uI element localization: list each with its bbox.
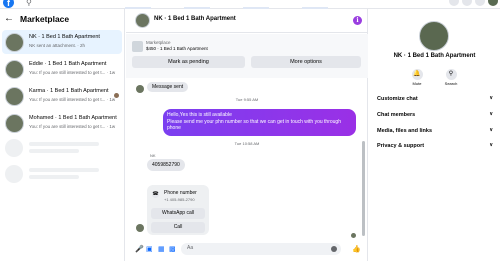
phone-contact-card: ☎ Phone number +1 405-985-2790 WhatsApp … (147, 185, 209, 235)
avatar[interactable] (419, 21, 449, 51)
bell-icon[interactable] (475, 0, 485, 6)
search-icon: ⚲ (445, 69, 457, 80)
listing-title[interactable]: $450 · 1 Bed 1 Bath Apartment (146, 46, 208, 51)
info-icon[interactable]: i (353, 16, 362, 25)
search-icon[interactable]: ⚲ (26, 0, 32, 7)
emoji-icon[interactable] (331, 246, 337, 252)
mute-label: Mute (412, 81, 422, 86)
message-placeholder: Aa (187, 245, 194, 251)
details-title: NK · 1 Bed 1 Bath Apartment (393, 53, 476, 59)
conversation-item[interactable]: Mohamed · 1 Bed 1 Bath Apartment You: If… (2, 111, 122, 135)
like-icon[interactable]: 👍 (352, 245, 361, 253)
conversation-name: Karma · 1 Bed 1 Bath Apartment (29, 88, 109, 94)
conversation-preview: You: If you are still interested to get … (29, 97, 116, 102)
chat-header: NK · 1 Bed 1 Bath Apartment i (126, 9, 368, 33)
account-controls (449, 0, 498, 6)
section-customize-chat[interactable]: Customize chat ∨ (377, 95, 493, 102)
sender-label: NK (150, 153, 156, 158)
section-privacy-support[interactable]: Privacy & support ∨ (377, 142, 493, 149)
message-timestamp: Tue 9:55 AM (235, 97, 259, 102)
conversation-name: Mohamed · 1 Bed 1 Bath Apartment (29, 115, 117, 121)
conversation-name: Eddie · 1 Bed 1 Bath Apartment (29, 61, 107, 67)
section-media-files[interactable]: Media, files and links ∨ (377, 127, 493, 134)
avatar (5, 87, 24, 106)
chat-title[interactable]: NK · 1 Bed 1 Bath Apartment (154, 16, 236, 22)
mark-pending-button[interactable]: Mark as pending (132, 56, 245, 68)
sender-avatar (136, 224, 144, 232)
outgoing-message: Hello,Yes this is still available Please… (163, 109, 356, 136)
avatar (5, 33, 24, 52)
chevron-down-icon: ∨ (489, 111, 493, 117)
avatar[interactable] (135, 13, 150, 28)
seen-avatar (351, 233, 356, 238)
chat-panel: NK · 1 Bed 1 Bath Apartment i Marketplac… (126, 9, 368, 261)
message-bubble: 4059852790 (147, 159, 185, 171)
whatsapp-call-button[interactable]: WhatsApp call (151, 208, 205, 219)
microphone-icon[interactable]: 🎤 (135, 245, 144, 253)
bell-icon: 🔔 (411, 69, 423, 80)
search-label: Search (444, 81, 458, 86)
message-bubble: Message sent (147, 82, 189, 92)
listing-banner: Marketplace $450 · 1 Bed 1 Bath Apartmen… (126, 34, 368, 78)
conversation-item[interactable]: Eddie · 1 Bed 1 Bath Apartment You: If y… (2, 57, 122, 81)
conversation-name: NK · 1 Bed 1 Bath Apartment (29, 34, 100, 40)
page-title: Marketplace (20, 14, 70, 24)
menu-icon[interactable] (449, 0, 459, 6)
sticker-icon[interactable]: ▦ (158, 245, 165, 253)
message-timestamp: Tue 10:58 AM (234, 141, 260, 146)
contact-title: Phone number (164, 190, 197, 196)
avatar (5, 114, 24, 133)
phone-icon: ☎ (152, 191, 159, 198)
message-composer: 🎤 ▣ ▦ ▩ Aa 👍 (126, 239, 368, 261)
facebook-logo[interactable]: f (3, 0, 14, 8)
message-input[interactable]: Aa (181, 243, 341, 255)
conversation-preview: You: If you are still interested to get … (29, 70, 116, 75)
seen-avatar (114, 93, 119, 98)
search-action[interactable]: ⚲ Search (441, 69, 461, 86)
messenger-icon[interactable] (462, 0, 472, 6)
avatar (5, 60, 24, 79)
avatar[interactable] (488, 0, 498, 6)
conversation-list-panel: ← Marketplace NK · 1 Bed 1 Bath Apartmen… (0, 9, 125, 261)
conversation-preview: You: If you are still interested to get … (29, 124, 116, 129)
mute-action[interactable]: 🔔 Mute (407, 69, 427, 86)
more-options-button[interactable]: More options (251, 56, 361, 68)
contact-number: +1 405-985-2790 (164, 197, 195, 202)
chat-scrollbar[interactable] (362, 141, 365, 236)
listing-thumbnail[interactable] (132, 41, 143, 52)
chevron-down-icon: ∨ (489, 127, 493, 133)
message-list: Message sent Tue 9:55 AM Hello,Yes this … (126, 79, 368, 241)
conversation-item[interactable]: NK · 1 Bed 1 Bath Apartment NK sent an a… (2, 30, 122, 54)
chat-details-panel: NK · 1 Bed 1 Bath Apartment 🔔 Mute ⚲ Sea… (369, 9, 500, 261)
image-icon[interactable]: ▣ (146, 245, 153, 253)
chevron-down-icon: ∨ (489, 142, 493, 148)
conversation-list-header: ← Marketplace (4, 14, 70, 25)
conversation-item[interactable]: Karma · 1 Bed 1 Bath Apartment You: If y… (2, 84, 122, 108)
sender-avatar (136, 85, 144, 93)
call-button[interactable]: Call (151, 222, 205, 233)
section-chat-members[interactable]: Chat members ∨ (377, 111, 493, 118)
back-arrow-icon[interactable]: ← (4, 14, 14, 24)
conversation-preview: NK sent an attachment. · 2h (29, 43, 86, 48)
listing-source: Marketplace (146, 40, 171, 45)
top-bar: f ⚲ (0, 0, 500, 9)
chevron-down-icon: ∨ (489, 95, 493, 101)
messenger-app: f ⚲ ← Marketplace NK · 1 Bed 1 Bath Apar… (0, 0, 500, 261)
gif-icon[interactable]: ▩ (169, 245, 176, 253)
